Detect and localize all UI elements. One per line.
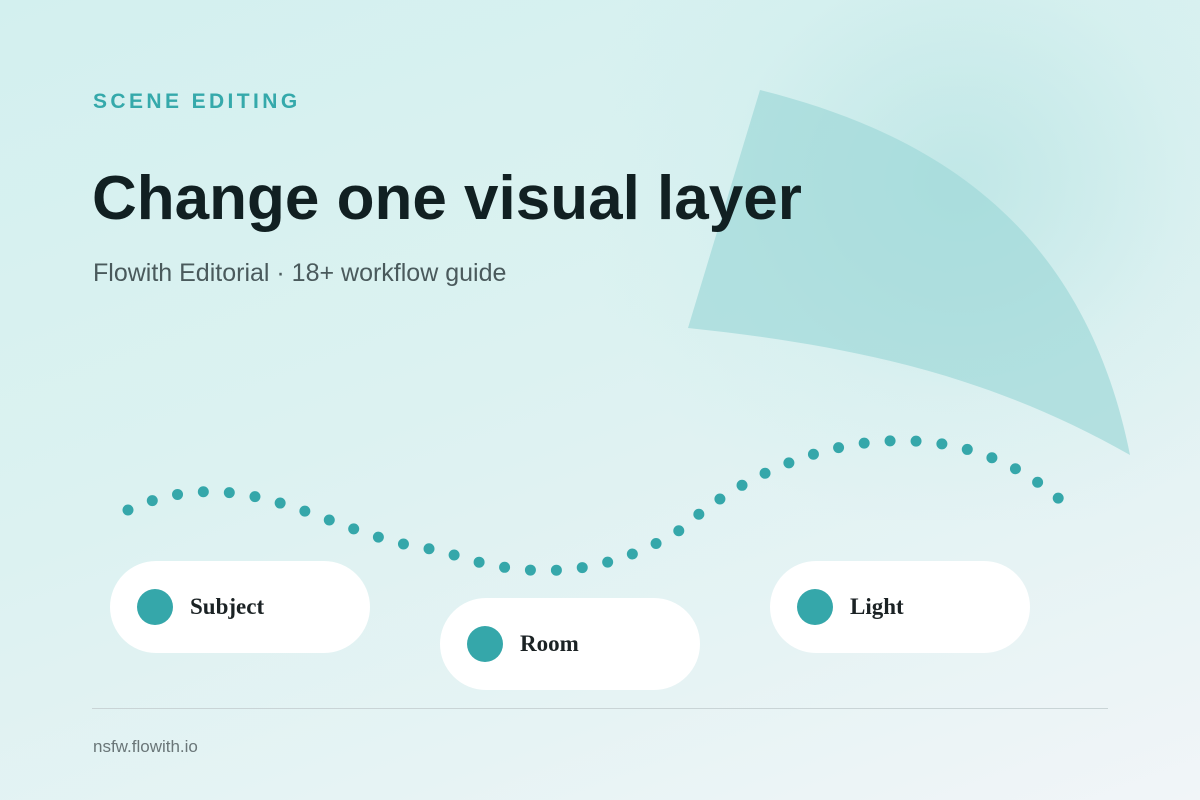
decorative-wedge [688, 90, 1130, 455]
footer-url: nsfw.flowith.io [93, 737, 198, 756]
chip-dot-icon [137, 589, 173, 625]
footer-divider [92, 708, 1108, 709]
chip-light: Light [770, 561, 1030, 653]
chip-label: Room [520, 631, 579, 656]
chip-label: Light [850, 594, 904, 619]
chip-label: Subject [190, 594, 265, 619]
chip-room: Room [440, 598, 700, 690]
dotted-wave-path [122, 435, 1074, 576]
page-title: Change one visual layer [92, 164, 802, 233]
chip-dot-icon [467, 626, 503, 662]
page-subtitle: Flowith Editorial · 18+ workflow guide [93, 259, 507, 287]
eyebrow-label: SCENE EDITING [93, 90, 301, 113]
chip-subject: Subject [110, 561, 370, 653]
chip-dot-icon [797, 589, 833, 625]
